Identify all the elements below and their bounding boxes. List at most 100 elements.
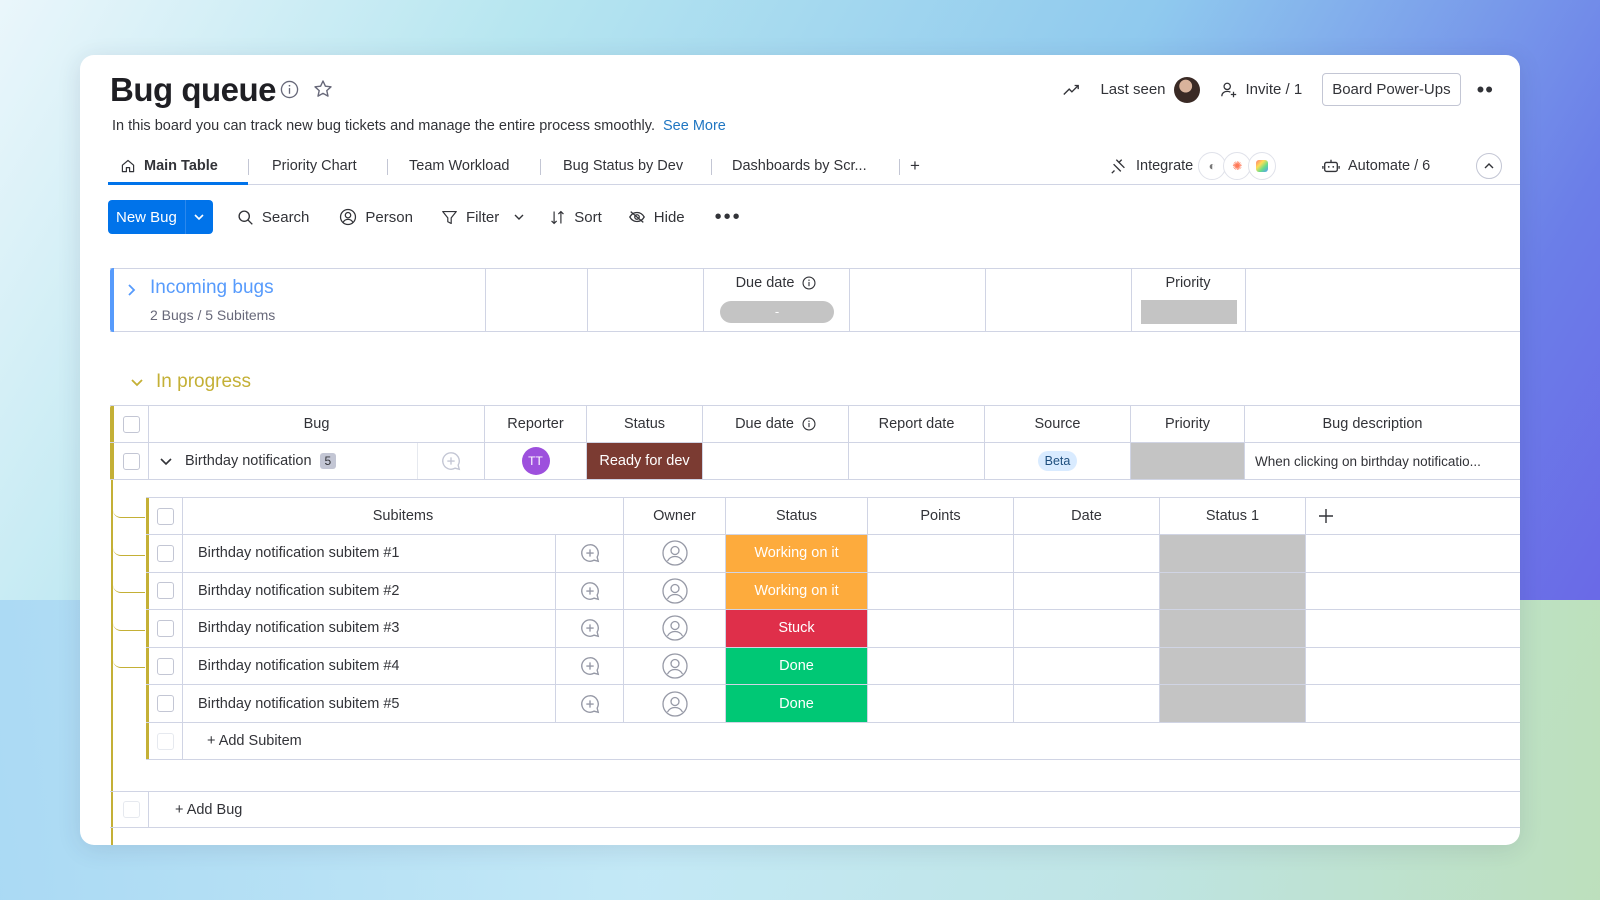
- subitem-row[interactable]: Birthday notification subitem #4 Done: [146, 647, 1520, 686]
- date-cell[interactable]: [1014, 647, 1160, 685]
- person-filter-button[interactable]: Person: [339, 208, 413, 226]
- owner-cell[interactable]: [624, 647, 726, 685]
- owner-cell[interactable]: [624, 685, 726, 722]
- filter-button[interactable]: Filter: [441, 209, 525, 226]
- column-header-due-date[interactable]: Due date: [703, 406, 849, 442]
- owner-cell[interactable]: [624, 610, 726, 647]
- column-header[interactable]: Status: [726, 498, 868, 534]
- subitem-row[interactable]: Birthday notification subitem #2 Working…: [146, 572, 1520, 611]
- updates-cell[interactable]: [556, 685, 624, 722]
- add-view-button[interactable]: +: [910, 147, 920, 185]
- updates-cell[interactable]: [417, 443, 485, 479]
- automate-button[interactable]: Automate / 6: [1322, 147, 1430, 185]
- updates-cell[interactable]: [556, 610, 624, 647]
- status-1-cell[interactable]: [1160, 647, 1306, 685]
- subitem-name[interactable]: Birthday notification subitem #2: [183, 572, 556, 610]
- column-header[interactable]: Priority: [1131, 406, 1245, 442]
- more-options-icon[interactable]: ••: [1477, 78, 1494, 100]
- add-bug-button[interactable]: + Add Bug: [149, 792, 549, 827]
- points-cell[interactable]: [868, 647, 1014, 685]
- add-bug-row[interactable]: + Add Bug: [110, 791, 1520, 828]
- info-icon[interactable]: [280, 79, 299, 99]
- row-checkbox[interactable]: [122, 452, 140, 470]
- group-title[interactable]: Incoming bugs: [150, 277, 274, 299]
- subitem-name[interactable]: Birthday notification subitem #5: [183, 685, 556, 722]
- chevron-right-icon[interactable]: [124, 283, 138, 297]
- subitem-row[interactable]: Birthday notification subitem #3 Stuck: [146, 610, 1520, 648]
- table-row[interactable]: Birthday notification 5 TT Ready for dev…: [110, 443, 1520, 480]
- points-cell[interactable]: [868, 685, 1014, 722]
- info-icon[interactable]: [802, 417, 816, 431]
- column-header[interactable]: Date: [1014, 498, 1160, 534]
- last-seen[interactable]: Last seen: [1100, 76, 1200, 103]
- subitem-name[interactable]: Birthday notification subitem #4: [183, 647, 556, 685]
- tab-main-table[interactable]: Main Table: [120, 147, 218, 185]
- collapse-header-button[interactable]: [1476, 147, 1502, 185]
- priority-cell[interactable]: [1131, 443, 1245, 479]
- subitem-name[interactable]: Birthday notification subitem #1: [183, 535, 556, 572]
- column-header[interactable]: Reporter: [485, 406, 587, 442]
- due-date-cell[interactable]: [703, 443, 849, 479]
- tab-bug-status-by-dev[interactable]: Bug Status by Dev: [563, 147, 683, 185]
- points-cell[interactable]: [868, 610, 1014, 647]
- date-cell[interactable]: [1014, 535, 1160, 572]
- column-header[interactable]: Subitems: [183, 498, 624, 534]
- row-checkbox[interactable]: [157, 695, 174, 713]
- report-date-cell[interactable]: [849, 443, 985, 479]
- status-cell[interactable]: Stuck: [726, 610, 868, 647]
- info-icon[interactable]: [802, 276, 816, 290]
- status-1-cell[interactable]: [1160, 685, 1306, 722]
- status-cell[interactable]: Ready for dev: [587, 443, 703, 479]
- column-header[interactable]: Status: [587, 406, 703, 442]
- add-column-button[interactable]: [1306, 498, 1346, 534]
- new-bug-button[interactable]: New Bug: [108, 200, 213, 234]
- status-1-cell[interactable]: [1160, 572, 1306, 610]
- item-name-cell[interactable]: Birthday notification 5: [149, 443, 417, 479]
- owner-cell[interactable]: [624, 535, 726, 572]
- date-cell[interactable]: [1014, 572, 1160, 610]
- row-checkbox[interactable]: [157, 657, 174, 675]
- status-1-cell[interactable]: [1160, 535, 1306, 572]
- board-power-ups-button[interactable]: Board Power-Ups: [1322, 73, 1461, 106]
- column-header[interactable]: Report date: [849, 406, 985, 442]
- owner-cell[interactable]: [624, 572, 726, 610]
- subitem-row[interactable]: Birthday notification subitem #1 Working…: [146, 535, 1520, 573]
- sort-button[interactable]: Sort: [549, 209, 602, 226]
- add-subitem-button[interactable]: + Add Subitem: [183, 723, 583, 759]
- updates-cell[interactable]: [556, 535, 624, 572]
- more-toolbar-options[interactable]: •••: [715, 206, 742, 229]
- chevron-down-icon[interactable]: [130, 375, 144, 389]
- subitem-name[interactable]: Birthday notification subitem #3: [183, 610, 556, 647]
- column-header[interactable]: Points: [868, 498, 1014, 534]
- date-cell[interactable]: [1014, 685, 1160, 722]
- column-header[interactable]: Source: [985, 406, 1131, 442]
- group-title[interactable]: In progress: [156, 371, 251, 393]
- star-icon[interactable]: [313, 79, 333, 99]
- status-cell[interactable]: Done: [726, 685, 868, 722]
- points-cell[interactable]: [868, 535, 1014, 572]
- status-1-cell[interactable]: [1160, 610, 1306, 647]
- status-cell[interactable]: Done: [726, 647, 868, 685]
- points-cell[interactable]: [868, 572, 1014, 610]
- updates-cell[interactable]: [556, 647, 624, 685]
- select-all-checkbox[interactable]: [122, 415, 140, 433]
- column-header[interactable]: Bug description: [1245, 406, 1500, 442]
- chevron-down-icon[interactable]: [159, 454, 173, 468]
- select-all-checkbox[interactable]: [157, 507, 174, 525]
- board-title[interactable]: Bug queue: [110, 71, 277, 109]
- source-cell[interactable]: Beta: [985, 443, 1131, 479]
- chevron-down-icon[interactable]: [513, 211, 525, 223]
- status-cell[interactable]: Working on it: [726, 572, 868, 610]
- integrate-button[interactable]: Integrate ◐ ✺: [1110, 147, 1277, 185]
- column-header[interactable]: Status 1: [1160, 498, 1306, 534]
- item-name[interactable]: Birthday notification: [185, 453, 312, 469]
- add-subitem-row[interactable]: + Add Subitem: [146, 723, 1520, 760]
- hide-button[interactable]: Hide: [628, 208, 685, 226]
- chevron-down-icon[interactable]: [184, 200, 213, 234]
- subitem-count-badge[interactable]: 5: [319, 453, 337, 469]
- tab-team-workload[interactable]: Team Workload: [409, 147, 509, 185]
- status-cell[interactable]: Working on it: [726, 535, 868, 572]
- tab-dashboards[interactable]: Dashboards by Scr...: [732, 147, 867, 185]
- row-checkbox[interactable]: [157, 619, 174, 637]
- tab-priority-chart[interactable]: Priority Chart: [272, 147, 357, 185]
